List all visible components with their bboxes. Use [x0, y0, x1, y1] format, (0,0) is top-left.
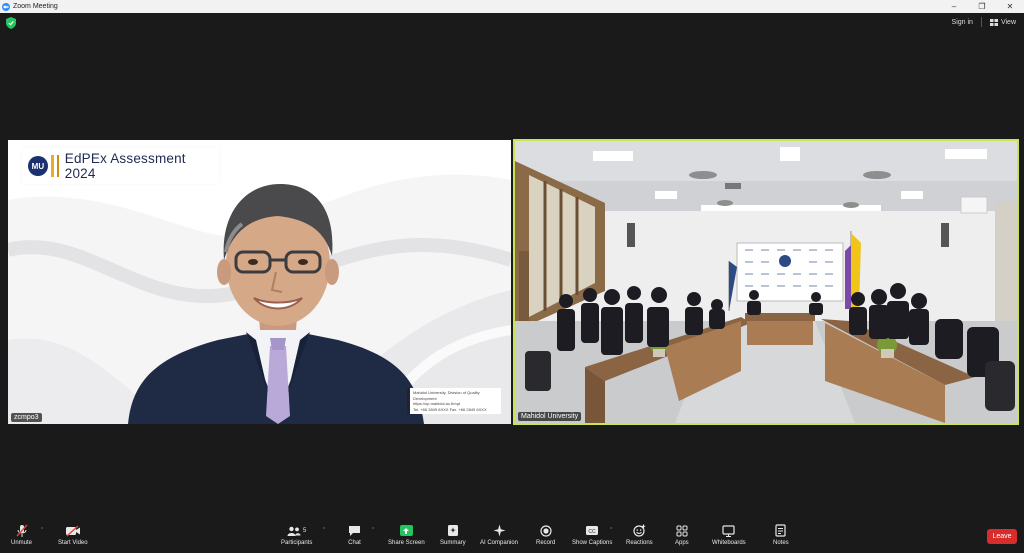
window-titlebar: Zoom Meeting – ❐ ✕: [0, 0, 1024, 13]
leave-button[interactable]: Leave: [987, 529, 1017, 544]
window-title: Zoom Meeting: [13, 3, 58, 10]
unmute-button[interactable]: Unmute: [11, 523, 32, 546]
chat-button[interactable]: Chat: [348, 523, 361, 546]
summary-label: Summary: [440, 540, 466, 546]
audio-options-chevron-icon[interactable]: ⌃: [40, 527, 44, 533]
unmute-label: Unmute: [11, 540, 33, 546]
reactions-label: Reactions: [626, 540, 653, 546]
notes-label: Notes: [773, 540, 789, 546]
video-off-icon: [65, 524, 80, 537]
shield-icon[interactable]: [6, 17, 16, 29]
notes-icon: [775, 524, 786, 537]
participants-button[interactable]: 5 Participants: [281, 523, 312, 546]
chat-icon: [349, 525, 360, 536]
participants-icon: [287, 526, 301, 536]
participants-label: Participants: [281, 540, 313, 546]
zoom-logo-icon: [2, 2, 10, 11]
summary-button[interactable]: Summary: [440, 523, 466, 546]
logo-accent-bar-2: [56, 155, 59, 177]
window-controls: – ❐ ✕: [940, 0, 1024, 13]
edpex-banner: MU EdPEx Assessment 2024: [22, 148, 219, 184]
start-video-label: Start Video: [58, 540, 88, 546]
meeting-toolbar: Unmute ⌃ Start Video 5 Participants ⌃ Ch…: [0, 520, 1024, 553]
sign-in-button[interactable]: Sign in: [952, 19, 973, 26]
captions-icon: CC: [586, 526, 599, 535]
banner-title: EdPEx Assessment 2024: [64, 151, 186, 181]
mahidol-logo-icon: MU: [28, 156, 48, 176]
meeting-header: Sign in View: [0, 13, 1024, 33]
contact-line: Mahidol University, Division of Quality …: [413, 390, 480, 401]
view-label: View: [1000, 18, 1016, 26]
participant-name-tag: zcmpo3: [11, 413, 42, 422]
apps-button[interactable]: Apps: [675, 523, 689, 546]
participants-count: 5: [303, 527, 307, 534]
record-label: Record: [536, 540, 556, 546]
share-screen-button[interactable]: Share Screen: [388, 523, 425, 546]
record-button[interactable]: Record: [536, 523, 555, 546]
video-tile-presenter[interactable]: MU EdPEx Assessment 2024 Mahidol Univers…: [8, 140, 511, 424]
logo-accent-bar: [50, 155, 54, 177]
whiteboards-label: Whiteboards: [712, 540, 746, 546]
participant-name-tag: Mahidol University: [518, 412, 582, 421]
presenter-figure: [128, 184, 424, 424]
close-icon[interactable]: ✕: [996, 0, 1024, 13]
header-divider: [980, 17, 982, 27]
chat-label: Chat: [348, 540, 361, 546]
contact-card: Mahidol University, Division of Quality …: [407, 388, 501, 414]
participants-chevron-icon[interactable]: ⌃: [322, 527, 326, 533]
chat-chevron-icon[interactable]: ⌃: [371, 527, 375, 533]
share-screen-label: Share Screen: [388, 540, 425, 546]
start-video-button[interactable]: Start Video: [58, 523, 88, 546]
microphone-muted-icon: [15, 524, 28, 537]
whiteboard-icon: [722, 524, 735, 537]
share-screen-icon: [399, 525, 413, 536]
show-captions-button[interactable]: CC Show Captions: [572, 523, 612, 546]
reactions-button[interactable]: Reactions: [626, 523, 653, 546]
apps-icon: [676, 525, 688, 536]
reactions-smiley-icon: [633, 524, 646, 537]
video-tile-meeting-room[interactable]: Mahidol University: [513, 139, 1019, 425]
restore-icon[interactable]: ❐: [968, 0, 996, 13]
header-actions: Sign in View: [952, 17, 1016, 27]
summary-icon: [447, 525, 458, 536]
grid-icon: [989, 18, 998, 26]
notes-button[interactable]: Notes: [773, 523, 789, 546]
ai-companion-label: AI Companion: [480, 540, 519, 546]
minimize-icon[interactable]: –: [940, 0, 968, 13]
ai-companion-button[interactable]: AI Companion: [480, 523, 518, 546]
ai-sparkle-icon: [493, 524, 506, 537]
meeting-room-scene: [515, 141, 1017, 423]
apps-label: Apps: [675, 540, 689, 546]
contact-line: Tel. +66 2849 6XXX Fax. +66 2849 6XXX: [413, 406, 487, 412]
captions-chevron-icon[interactable]: ⌃: [609, 527, 613, 533]
show-captions-label: Show Captions: [572, 540, 613, 546]
record-icon: [540, 524, 552, 537]
view-button[interactable]: View: [989, 18, 1016, 26]
whiteboards-button[interactable]: Whiteboards: [712, 523, 746, 546]
svg-text:CC: CC: [589, 529, 597, 535]
